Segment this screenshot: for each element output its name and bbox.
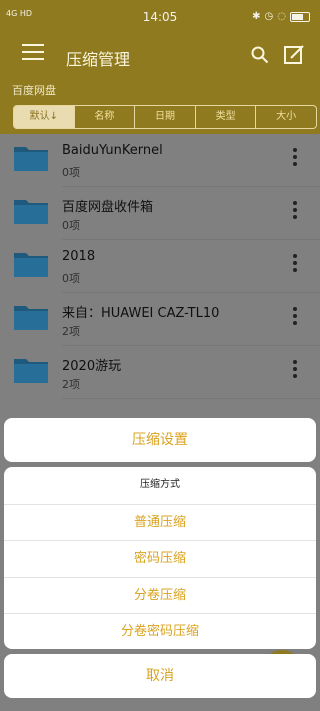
more-vert-icon[interactable] (288, 307, 302, 327)
mute-icon: ◌ (277, 11, 286, 22)
more-vert-icon[interactable] (288, 148, 302, 168)
folder-icon (14, 253, 48, 277)
file-name: BaiduYunKernel (62, 143, 163, 158)
list-item[interactable]: 百度网盘收件箱 0项 (0, 187, 320, 240)
option-normal-compress[interactable]: 普通压缩 (4, 503, 316, 541)
file-name: 2018 (62, 249, 96, 264)
sort-tab-size[interactable]: 大小 (256, 106, 316, 128)
cancel-button[interactable]: 取消 (4, 654, 316, 698)
list-item[interactable]: 2018 0项 (0, 240, 320, 293)
search-icon[interactable] (251, 46, 269, 64)
more-vert-icon[interactable] (288, 201, 302, 221)
file-count: 0项 (62, 219, 80, 232)
list-item[interactable]: 来自：HUAWEI CAZ-TL10 2项 (0, 293, 320, 346)
more-vert-icon[interactable] (288, 254, 302, 274)
compression-options: 压缩方式 普通压缩 密码压缩 分卷压缩 分卷密码压缩 (4, 467, 316, 649)
page-title: 压缩管理 (66, 50, 131, 69)
alarm-icon: ◷ (264, 11, 274, 22)
breadcrumb-path[interactable]: 百度网盘 (12, 82, 56, 98)
menu-icon[interactable] (22, 44, 44, 62)
sort-tab-date[interactable]: 日期 (135, 106, 196, 128)
file-count: 2项 (62, 325, 80, 338)
edit-icon[interactable] (283, 44, 305, 66)
sheet-title: 压缩设置 (132, 432, 188, 448)
file-count: 0项 (62, 272, 80, 285)
option-password-compress[interactable]: 密码压缩 (4, 540, 316, 577)
status-bar: 4G HD 14:05 ✱ ◷ ◌ (0, 0, 320, 36)
sort-tab-type[interactable]: 类型 (196, 106, 257, 128)
folder-icon (14, 200, 48, 224)
folder-icon (14, 359, 48, 383)
sort-tabs: 默认↓ 名称 日期 类型 大小 (13, 105, 317, 129)
options-header: 压缩方式 (140, 479, 180, 490)
sort-bar: 默认↓ 名称 日期 类型 大小 (0, 100, 320, 134)
app-bar: 压缩管理 (0, 36, 320, 76)
file-name: 来自：HUAWEI CAZ-TL10 (62, 306, 220, 321)
sort-tab-name[interactable]: 名称 (75, 106, 136, 128)
option-split-compress[interactable]: 分卷压缩 (4, 576, 316, 614)
file-count: 2项 (62, 378, 80, 391)
file-count: 0项 (62, 166, 80, 179)
sheet-title-card: 压缩设置 (4, 418, 316, 462)
file-name: 百度网盘收件箱 (62, 200, 154, 215)
file-name: 2020游玩 (62, 359, 122, 374)
battery-icon (290, 11, 310, 22)
breadcrumb: 百度网盘 (0, 76, 320, 100)
sort-tab-default[interactable]: 默认↓ (14, 106, 75, 128)
status-icons: ✱ ◷ ◌ (252, 11, 310, 22)
folder-icon (14, 306, 48, 330)
divider (62, 398, 320, 399)
list-item[interactable]: BaiduYunKernel 0项 (0, 134, 320, 187)
folder-icon (14, 147, 48, 171)
option-split-password-compress[interactable]: 分卷密码压缩 (4, 613, 316, 649)
bluetooth-icon: ✱ (252, 11, 261, 22)
list-item[interactable]: 2020游玩 2项 (0, 346, 320, 399)
cancel-card: 取消 (4, 654, 316, 698)
more-vert-icon[interactable] (288, 360, 302, 380)
